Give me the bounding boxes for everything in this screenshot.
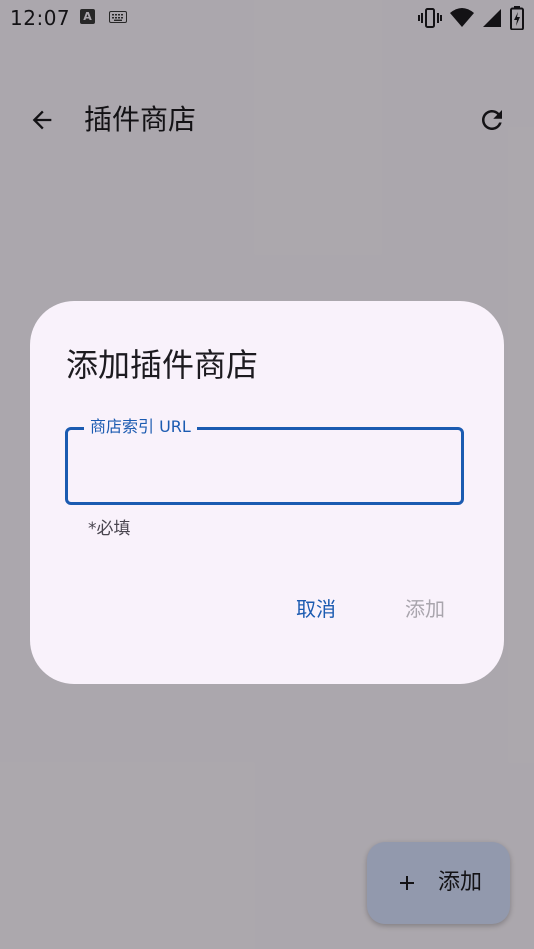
required-helper-text: *必填 bbox=[88, 519, 131, 539]
store-url-input[interactable] bbox=[84, 448, 448, 486]
dialog-title: 添加插件商店 bbox=[66, 346, 259, 384]
add-store-dialog: 添加插件商店 商店索引 URL *必填 取消 添加 bbox=[30, 301, 504, 684]
cancel-button[interactable]: 取消 bbox=[296, 595, 336, 623]
add-button[interactable]: 添加 bbox=[405, 595, 445, 623]
store-url-field[interactable]: 商店索引 URL bbox=[65, 416, 464, 505]
screen: 12:07 A 插件商店 添加 添加插件商店 商店索引 URL *必填 取消 添… bbox=[0, 0, 534, 949]
store-url-label: 商店索引 URL bbox=[84, 416, 197, 438]
